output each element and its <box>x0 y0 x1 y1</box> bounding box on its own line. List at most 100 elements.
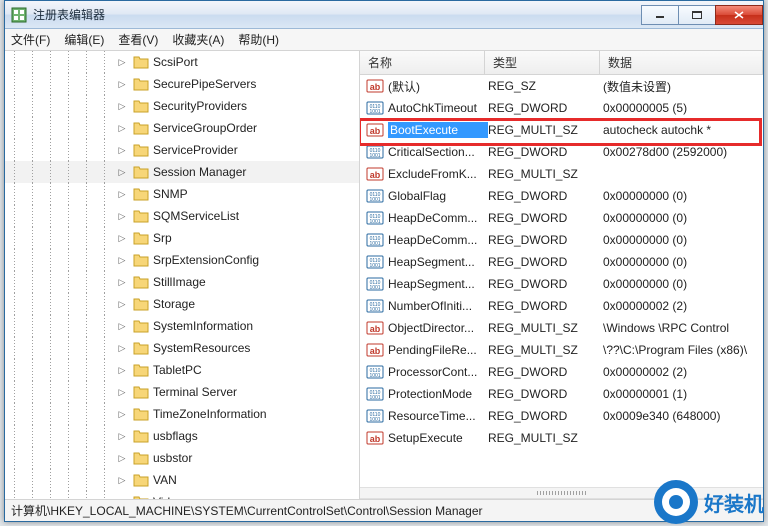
tree-item[interactable]: ▷ServiceProvider <box>5 139 359 161</box>
tree-item-label: Srp <box>153 231 172 245</box>
list-row[interactable]: BootExecuteREG_MULTI_SZautocheck autochk… <box>360 119 763 141</box>
expand-icon[interactable]: ▷ <box>117 343 128 354</box>
value-data: (数值未设置) <box>603 78 763 95</box>
tree-item-label: VAN <box>153 473 177 487</box>
tree-item[interactable]: ▷ VAN <box>5 469 359 491</box>
titlebar[interactable]: 注册表编辑器 <box>5 1 763 29</box>
string-value-icon <box>366 341 384 359</box>
close-button[interactable] <box>715 5 763 25</box>
expand-icon[interactable]: ▷ <box>117 497 128 500</box>
list-header: 名称 类型 数据 <box>360 51 763 75</box>
tree-item[interactable]: ▷Video <box>5 491 359 499</box>
menu-help[interactable]: 帮助(H) <box>238 31 279 48</box>
value-data: 0x00000000 (0) <box>603 233 763 247</box>
value-name: ProtectionMode <box>388 387 488 401</box>
col-type[interactable]: 类型 <box>485 51 600 74</box>
expand-icon[interactable]: ▷ <box>117 475 128 486</box>
tree-item[interactable]: ▷ServiceGroupOrder <box>5 117 359 139</box>
tree-item[interactable]: ▷Session Manager <box>5 161 359 183</box>
expand-icon[interactable]: ▷ <box>117 387 128 398</box>
expand-icon[interactable]: ▷ <box>117 57 128 68</box>
tree-item[interactable]: ▷usbflags <box>5 425 359 447</box>
value-type: REG_DWORD <box>488 365 603 379</box>
tree-item[interactable]: ▷Storage <box>5 293 359 315</box>
list-row[interactable]: ProcessorCont...REG_DWORD0x00000002 (2) <box>360 361 763 383</box>
tree-item[interactable]: ▷SNMP <box>5 183 359 205</box>
expand-icon[interactable]: ▷ <box>117 365 128 376</box>
list-row[interactable]: PendingFileRe...REG_MULTI_SZ\??\C:\Progr… <box>360 339 763 361</box>
list-row[interactable]: ObjectDirector...REG_MULTI_SZ\Windows \R… <box>360 317 763 339</box>
expand-icon[interactable]: ▷ <box>117 79 128 90</box>
col-data[interactable]: 数据 <box>600 51 763 74</box>
tree-item[interactable]: ▷ SecurityProviders <box>5 95 359 117</box>
tree-item[interactable]: ▷StillImage <box>5 271 359 293</box>
horizontal-scroll[interactable] <box>360 487 763 499</box>
value-name: ObjectDirector... <box>388 321 488 335</box>
menu-view[interactable]: 查看(V) <box>118 31 158 48</box>
tree-item[interactable]: ▷SQMServiceList <box>5 205 359 227</box>
tree-item[interactable]: ▷ScsiPort <box>5 51 359 73</box>
expand-icon[interactable]: ▷ <box>117 321 128 332</box>
list-pane[interactable]: 名称 类型 数据 (默认)REG_SZ(数值未设置)AutoChkTimeout… <box>360 51 763 499</box>
expand-icon[interactable]: ▷ <box>117 101 128 112</box>
tree-pane[interactable]: ▷ScsiPort▷SecurePipeServers▷SecurityProv… <box>5 51 360 499</box>
expand-icon[interactable]: ▷ <box>117 167 128 178</box>
tree-item[interactable]: ▷ SecurePipeServers <box>5 73 359 95</box>
list-row[interactable]: HeapSegment...REG_DWORD0x00000000 (0) <box>360 273 763 295</box>
expand-icon[interactable]: ▷ <box>117 409 128 420</box>
list-row[interactable]: ExcludeFromK...REG_MULTI_SZ <box>360 163 763 185</box>
expand-icon[interactable]: ▷ <box>117 233 128 244</box>
list-row[interactable]: HeapDeComm...REG_DWORD0x00000000 (0) <box>360 207 763 229</box>
value-name: HeapSegment... <box>388 255 488 269</box>
menu-fav[interactable]: 收藏夹(A) <box>172 31 224 48</box>
value-type: REG_MULTI_SZ <box>488 321 603 335</box>
expand-icon[interactable]: ▷ <box>117 277 128 288</box>
tree-item[interactable]: ▷SystemResources <box>5 337 359 359</box>
value-name: PendingFileRe... <box>388 343 488 357</box>
list-row[interactable]: ResourceTime...REG_DWORD0x0009e340 (6480… <box>360 405 763 427</box>
value-data: 0x0009e340 (648000) <box>603 409 763 423</box>
expand-icon[interactable]: ▷ <box>117 255 128 266</box>
menu-file[interactable]: 文件(F) <box>11 31 50 48</box>
value-name: ExcludeFromK... <box>388 167 488 181</box>
expand-icon[interactable]: ▷ <box>117 189 128 200</box>
tree-item[interactable]: ▷SrpExtensionConfig <box>5 249 359 271</box>
maximize-icon <box>692 11 702 19</box>
expand-icon[interactable]: ▷ <box>117 211 128 222</box>
minimize-button[interactable] <box>641 5 679 25</box>
tree-item[interactable]: ▷TabletPC <box>5 359 359 381</box>
list-row[interactable]: HeapSegment...REG_DWORD0x00000000 (0) <box>360 251 763 273</box>
col-name[interactable]: 名称 <box>360 51 485 74</box>
tree-item[interactable]: ▷SystemInformation <box>5 315 359 337</box>
list-row[interactable]: CriticalSection...REG_DWORD0x00278d00 (2… <box>360 141 763 163</box>
list-row[interactable]: SetupExecuteREG_MULTI_SZ <box>360 427 763 449</box>
list-row[interactable]: HeapDeComm...REG_DWORD0x00000000 (0) <box>360 229 763 251</box>
value-type: REG_MULTI_SZ <box>488 431 603 445</box>
value-data: 0x00000000 (0) <box>603 211 763 225</box>
expand-icon[interactable]: ▷ <box>117 123 128 134</box>
tree-item-label: SecurityProviders <box>153 99 247 113</box>
list-row[interactable]: ProtectionModeREG_DWORD0x00000001 (1) <box>360 383 763 405</box>
list-row[interactable]: AutoChkTimeoutREG_DWORD0x00000005 (5) <box>360 97 763 119</box>
value-type: REG_DWORD <box>488 233 603 247</box>
expand-icon[interactable]: ▷ <box>117 299 128 310</box>
tree-item[interactable]: ▷ Srp <box>5 227 359 249</box>
menu-edit[interactable]: 编辑(E) <box>64 31 104 48</box>
tree-item-label: SecurePipeServers <box>153 77 256 91</box>
folder-icon <box>133 297 149 311</box>
expand-icon[interactable]: ▷ <box>117 145 128 156</box>
expand-icon[interactable]: ▷ <box>117 431 128 442</box>
tree-item[interactable]: ▷usbstor <box>5 447 359 469</box>
tree-item[interactable]: ▷TimeZoneInformation <box>5 403 359 425</box>
tree-item[interactable]: ▷Terminal Server <box>5 381 359 403</box>
maximize-button[interactable] <box>678 5 716 25</box>
list-row[interactable]: (默认)REG_SZ(数值未设置) <box>360 75 763 97</box>
value-name: GlobalFlag <box>388 189 488 203</box>
binary-value-icon <box>366 275 384 293</box>
binary-value-icon <box>366 99 384 117</box>
folder-icon <box>133 319 149 333</box>
list-row[interactable]: NumberOfIniti...REG_DWORD0x00000002 (2) <box>360 295 763 317</box>
value-name: (默认) <box>388 78 488 95</box>
list-row[interactable]: GlobalFlagREG_DWORD0x00000000 (0) <box>360 185 763 207</box>
expand-icon[interactable]: ▷ <box>117 453 128 464</box>
